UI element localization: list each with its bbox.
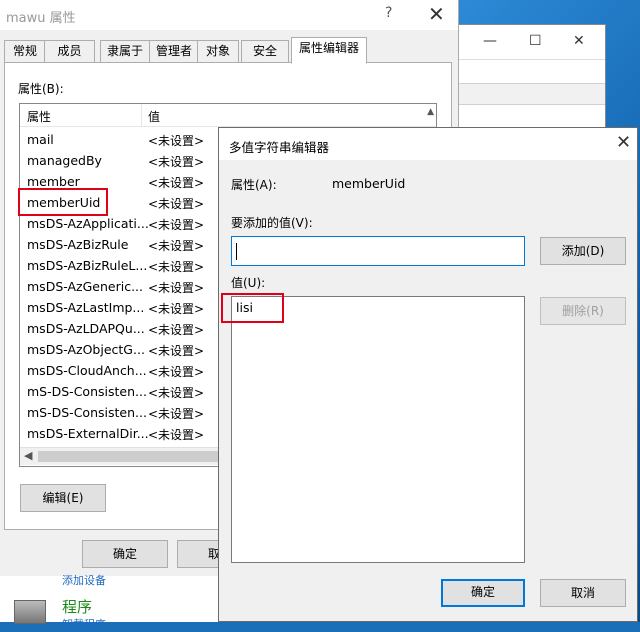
close-icon[interactable]: ✕ xyxy=(428,2,445,26)
values-list[interactable]: lisi xyxy=(231,296,525,563)
properties-title: mawu 属性 xyxy=(6,11,76,26)
attribute-value: <未设置> xyxy=(148,260,205,274)
background-window-band xyxy=(459,83,605,105)
highlight-box-memberuid xyxy=(18,188,108,216)
programs-icon xyxy=(14,600,46,624)
add-device-link[interactable]: 添加设备 xyxy=(62,572,106,588)
attribute-name: msDS-AzApplicati... xyxy=(27,216,149,231)
tab-managed-by[interactable]: 管理者 xyxy=(149,40,199,62)
scroll-up-icon[interactable]: ▲ xyxy=(427,107,434,117)
attribute-value: <未设置> xyxy=(148,176,205,190)
column-separator[interactable] xyxy=(141,104,142,126)
remove-button[interactable]: 删除(R) xyxy=(540,297,626,325)
attribute-value: <未设置> xyxy=(148,428,205,442)
add-value-label: 要添加的值(V): xyxy=(231,216,313,230)
editor-ok-button[interactable]: 确定 xyxy=(441,579,525,607)
attribute-value: <未设置> xyxy=(148,281,205,295)
values-label: 值(U): xyxy=(231,276,266,290)
attribute-label: 属性(A): xyxy=(231,178,277,192)
attribute-value: memberUid xyxy=(332,176,406,191)
tab-members[interactable]: 成员 xyxy=(44,40,95,62)
scroll-left-icon[interactable]: ◀ xyxy=(24,449,32,462)
editor-title: 多值字符串编辑器 xyxy=(229,140,330,155)
attribute-name: msDS-AzGeneric... xyxy=(27,279,143,294)
attribute-value: <未设置> xyxy=(148,344,205,358)
tab-general[interactable]: 常规 xyxy=(4,40,46,62)
uninstall-link[interactable]: 卸载程序 xyxy=(62,616,106,632)
add-button[interactable]: 添加(D) xyxy=(540,237,626,265)
attribute-name: msDS-AzObjectG... xyxy=(27,342,145,357)
attribute-name: mail xyxy=(27,132,54,147)
attribute-name: mS-DS-Consisten... xyxy=(27,405,147,420)
attribute-value: <未设置> xyxy=(148,323,205,337)
attribute-value: <未设置> xyxy=(148,302,205,316)
attribute-value: <未设置> xyxy=(148,239,205,253)
attribute-name: managedBy xyxy=(27,153,102,168)
add-value-input[interactable] xyxy=(231,236,525,266)
attribute-value: <未设置> xyxy=(148,155,205,169)
text-caret xyxy=(236,243,237,260)
tab-object[interactable]: 对象 xyxy=(197,40,239,62)
attribute-name: msDS-AzLastImp... xyxy=(27,300,145,315)
minimize-icon[interactable]: — xyxy=(483,33,497,49)
list-header: 属性 值 ▲ xyxy=(20,104,436,127)
editor-cancel-button[interactable]: 取消 xyxy=(540,579,626,607)
properties-titlebar: mawu 属性 ? ✕ xyxy=(0,0,458,30)
tab-member-of[interactable]: 隶属于 xyxy=(100,40,150,62)
edit-button[interactable]: 编辑(E) xyxy=(20,484,106,512)
close-icon[interactable]: ✕ xyxy=(573,33,585,49)
help-icon[interactable]: ? xyxy=(385,5,392,21)
close-icon[interactable]: ✕ xyxy=(616,132,631,153)
attribute-name: msDS-CloudAnch... xyxy=(27,363,147,378)
maximize-icon[interactable]: ☐ xyxy=(529,33,542,49)
attribute-value: <未设置> xyxy=(148,407,205,421)
attribute-value: <未设置> xyxy=(148,197,205,211)
tab-security[interactable]: 安全 xyxy=(241,40,289,62)
attribute-name: msDS-AzBizRuleL... xyxy=(27,258,148,273)
attribute-name: msDS-AzLDAPQu... xyxy=(27,321,145,336)
programs-link[interactable]: 程序 xyxy=(62,596,92,617)
multi-value-string-editor: 多值字符串编辑器 ✕ 属性(A): memberUid 要添加的值(V): 添加… xyxy=(218,127,638,622)
attribute-name: mS-DS-Consisten... xyxy=(27,384,147,399)
scrollbar-thumb[interactable] xyxy=(38,451,228,462)
attribute-name: msDS-AzBizRule xyxy=(27,237,129,252)
attribute-name: msDS-ExternalDir... xyxy=(27,426,149,441)
highlight-box-lisi xyxy=(221,293,284,323)
column-header-value[interactable]: 值 xyxy=(148,108,160,125)
attribute-value: <未设置> xyxy=(148,386,205,400)
attribute-name: member xyxy=(27,174,80,189)
attribute-value: <未设置> xyxy=(148,134,205,148)
attributes-label: 属性(B): xyxy=(18,82,64,96)
background-window: — ☐ ✕ xyxy=(458,24,606,132)
ok-button[interactable]: 确定 xyxy=(82,540,168,568)
background-window-titlebar: — ☐ ✕ xyxy=(459,25,605,60)
control-panel-strip: 添加设备 程序 卸载程序 xyxy=(0,574,220,631)
column-header-attribute[interactable]: 属性 xyxy=(27,108,51,125)
attribute-value: <未设置> xyxy=(148,365,205,379)
attribute-value: <未设置> xyxy=(148,218,205,232)
tab-attribute-editor[interactable]: 属性编辑器 xyxy=(291,37,367,64)
editor-titlebar: 多值字符串编辑器 ✕ xyxy=(219,128,637,160)
